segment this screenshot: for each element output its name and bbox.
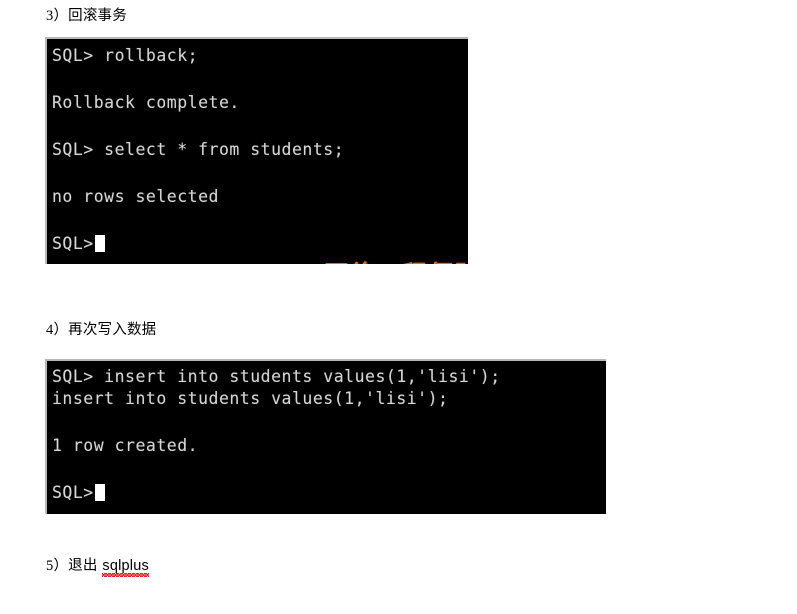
terminal-cursor-icon — [94, 483, 105, 501]
heading-number: 4） — [46, 322, 69, 338]
terminal-line: 1 row created. — [52, 435, 199, 455]
insert-terminal-window[interactable]: SQL> insert into students values(1,'lisi… — [45, 359, 606, 514]
heading-rollback-transaction: 3）回滚事务 — [46, 6, 127, 26]
heading-number: 3） — [46, 8, 69, 24]
terminal-line: SQL> insert into students values(1,'lisi… — [52, 367, 501, 386]
watermark-text: 网络工程师助手 — [316, 255, 468, 264]
terminal-prompt: SQL> — [52, 234, 94, 253]
heading-text: 回滚事务 — [68, 8, 127, 24]
terminal-prompt: SQL> — [52, 482, 94, 502]
terminal-line: no rows selected — [52, 187, 219, 206]
terminal-screen[interactable]: SQL> rollback; Rollback complete. SQL> s… — [47, 39, 468, 264]
terminal-line: Rollback complete. — [52, 93, 240, 112]
terminal-prompt-line: SQL> — [52, 481, 606, 505]
heading-exit-sqlplus: 5）退出 sqlplus — [46, 556, 149, 576]
terminal-line: SQL> rollback; — [52, 46, 199, 65]
terminal-line: insert into students values(1,'lisi'); — [52, 389, 449, 408]
rollback-terminal-window[interactable]: SQL> rollback; Rollback complete. SQL> s… — [45, 37, 468, 264]
terminal-screen[interactable]: SQL> insert into students values(1,'lisi… — [47, 361, 606, 514]
terminal-cursor-icon — [94, 235, 105, 252]
heading-misspelled-word: sqlplus — [102, 558, 149, 574]
terminal-line: SQL> select * from students; — [52, 140, 345, 159]
heading-number: 5） — [46, 558, 69, 574]
heading-text: 退出 — [68, 558, 103, 574]
heading-write-data-again: 4）再次写入数据 — [46, 320, 156, 340]
heading-text: 再次写入数据 — [68, 322, 157, 338]
terminal-prompt-line: SQL> — [52, 232, 468, 256]
document-page: 3）回滚事务 SQL> rollback; Rollback complete.… — [0, 0, 797, 614]
